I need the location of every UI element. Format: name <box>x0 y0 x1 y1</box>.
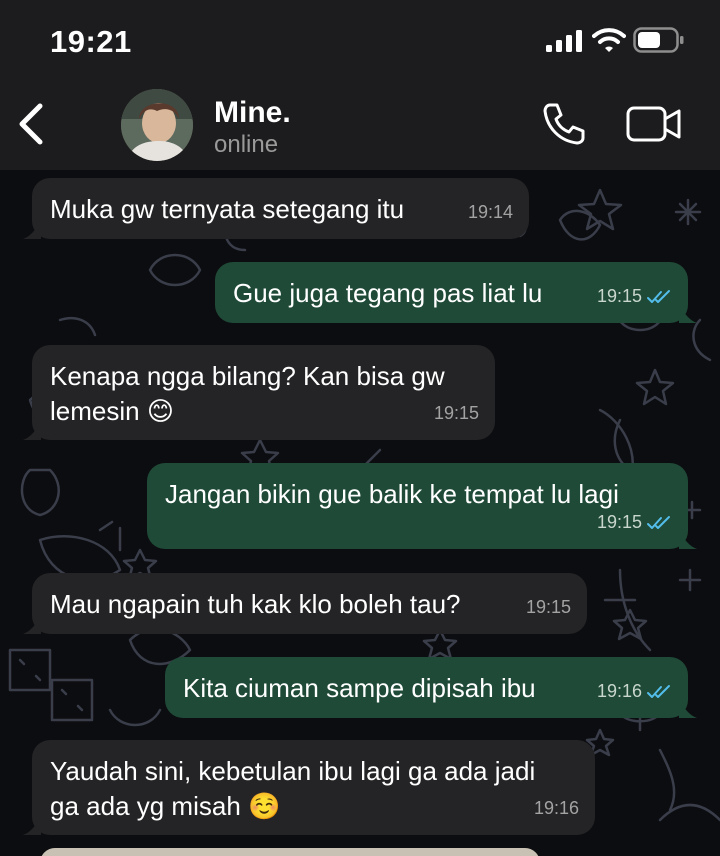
message-text: Kenapa ngga bilang? Kan bisa gw <box>50 361 445 391</box>
video-camera-icon[interactable] <box>625 104 683 144</box>
message-incoming[interactable]: Kenapa ngga bilang? Kan bisa gw lemesin … <box>23 345 495 440</box>
message-outgoing[interactable]: Kita ciuman sampe dipisah ibu 19:16 <box>165 657 697 718</box>
bubble-tail <box>679 305 697 323</box>
message-text-line2: lemesin 😊 <box>50 396 174 426</box>
message-time: 19:14 <box>467 202 513 222</box>
double-check-icon <box>647 289 670 303</box>
message-incoming[interactable]: Muka gw ternyata setegang itu 19:14 <box>23 178 529 239</box>
status-bar: 19:21 <box>0 0 720 80</box>
cellular-signal-icon <box>546 30 582 52</box>
message-time: 19:15 <box>596 512 642 532</box>
message-time: 19:16 <box>596 681 642 701</box>
bubble-tail <box>679 531 697 549</box>
bubble-tail <box>679 700 697 718</box>
message-incoming[interactable]: Yaudah sini, kebetulan ibu lagi ga ada j… <box>23 740 595 835</box>
chat-area[interactable]: Muka gw ternyata setegang itu 19:14 Gue … <box>0 170 720 856</box>
message-time: 19:15 <box>433 403 479 423</box>
message-outgoing[interactable]: Gue juga tegang pas liat lu 19:15 <box>215 262 697 323</box>
message-meta: 19:15 <box>434 396 479 431</box>
message-outgoing[interactable]: Jangan bikin gue balik ke tempat lu lagi… <box>147 463 697 549</box>
message-meta: 19:14 <box>468 195 513 230</box>
bubble-tail <box>23 817 41 835</box>
message-meta: 19:16 <box>534 791 579 826</box>
status-time: 19:21 <box>50 24 132 59</box>
chat-header: Mine. online <box>0 80 720 170</box>
message-meta: 19:15 <box>597 505 672 540</box>
double-check-icon <box>647 684 670 698</box>
message-text: Jangan bikin gue balik ke tempat lu lagi <box>165 479 619 509</box>
message-incoming[interactable]: Mau ngapain tuh kak klo boleh tau? 19:15 <box>23 573 587 634</box>
message-meta: 19:15 <box>526 590 571 625</box>
next-message-partial <box>40 848 540 856</box>
message-time: 19:15 <box>596 286 642 306</box>
contact-presence: online <box>214 131 279 158</box>
battery-icon <box>633 27 684 53</box>
contact-avatar[interactable] <box>121 89 193 161</box>
message-text: Muka gw ternyata setegang itu <box>50 194 405 224</box>
message-text-line2: ga ada yg misah ☺️ <box>50 791 281 821</box>
double-check-icon <box>647 515 670 529</box>
bubble-tail <box>23 616 41 634</box>
message-meta: 19:15 <box>597 279 672 314</box>
message-text: Yaudah sini, kebetulan ibu lagi ga ada j… <box>50 756 536 786</box>
phone-icon[interactable] <box>540 100 588 148</box>
message-text: Mau ngapain tuh kak klo boleh tau? <box>50 589 461 619</box>
message-time: 19:15 <box>525 597 571 617</box>
message-time: 19:16 <box>533 798 579 818</box>
contact-name[interactable]: Mine. <box>214 96 291 130</box>
message-meta: 19:16 <box>597 674 672 709</box>
bubble-tail <box>23 221 41 239</box>
wifi-icon <box>592 28 626 52</box>
back-chevron-icon[interactable] <box>14 100 50 148</box>
bubble-tail <box>23 422 41 440</box>
